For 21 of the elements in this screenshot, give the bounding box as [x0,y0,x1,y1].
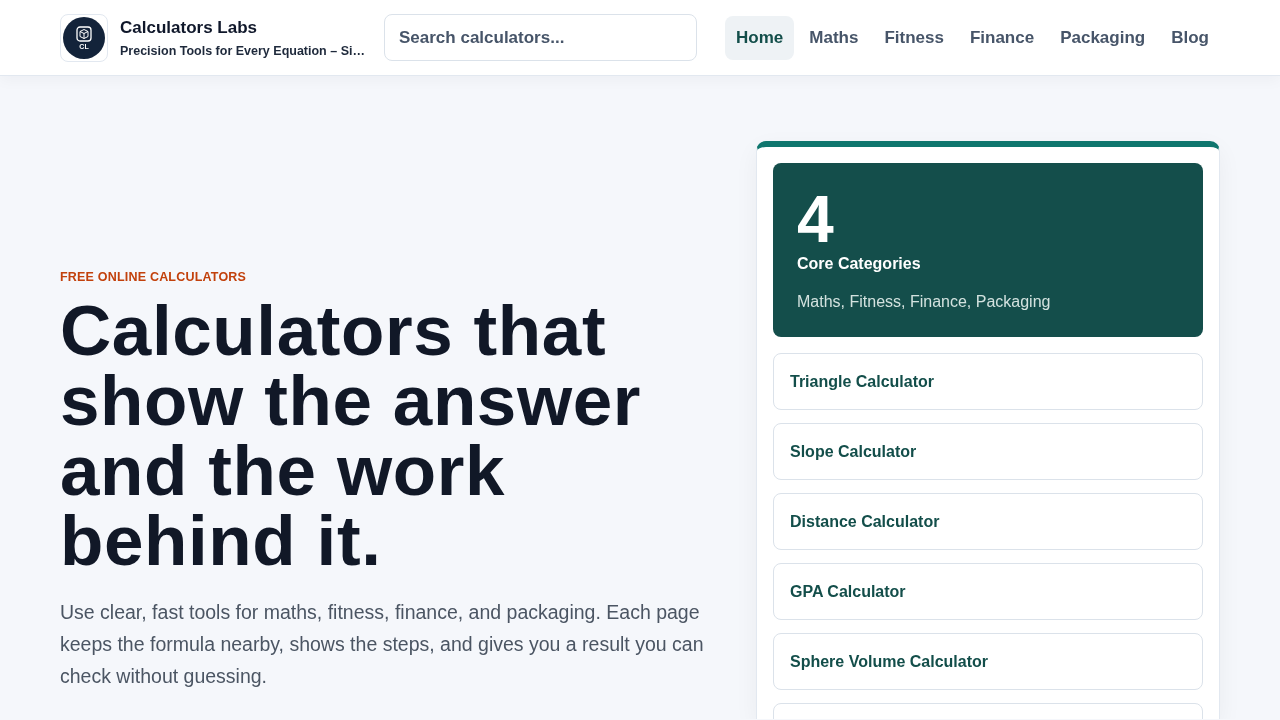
calculator-link[interactable]: GPA Calculator [773,563,1203,620]
nav-link[interactable]: Maths [798,15,870,60]
hero-description: Use clear, fast tools for maths, fitness, finance, and packaging. Each page keeps the formula nearby, shows the steps, and gives you a result you can check without guessing. [60,600,705,689]
calculator-link[interactable]: Slope Calculator [773,423,1203,480]
calculator-link[interactable]: Sphere Volume Calculator [773,633,1203,690]
stat-label: Core Categories [797,255,922,273]
nav-link[interactable]: Packaging [1049,15,1157,60]
site-title: Calculators Labs [120,17,258,38]
stat-value: 4 [797,187,835,251]
nav-link[interactable]: Home [725,15,795,60]
hero-heading: Calculators that show the answer and the work behind it. [60,296,643,576]
calculator-link[interactable]: Triangle Calculator [773,353,1203,410]
cube-icon [76,25,92,42]
nav-link[interactable]: Fitness [873,15,955,60]
search-field[interactable]: Search calculators... [384,14,698,61]
eyebrow-label: FREE ONLINE CALCULATORS [60,270,248,284]
nav-link[interactable]: Finance [958,15,1046,60]
nav-link[interactable]: Blog [1160,15,1220,60]
calculator-link[interactable]: Distance Calculator [773,493,1203,550]
stat-detail: Maths, Fitness, Finance, Packaging [797,293,1052,311]
site-tagline: Precision Tools for Every Equation – Si… [120,43,366,58]
